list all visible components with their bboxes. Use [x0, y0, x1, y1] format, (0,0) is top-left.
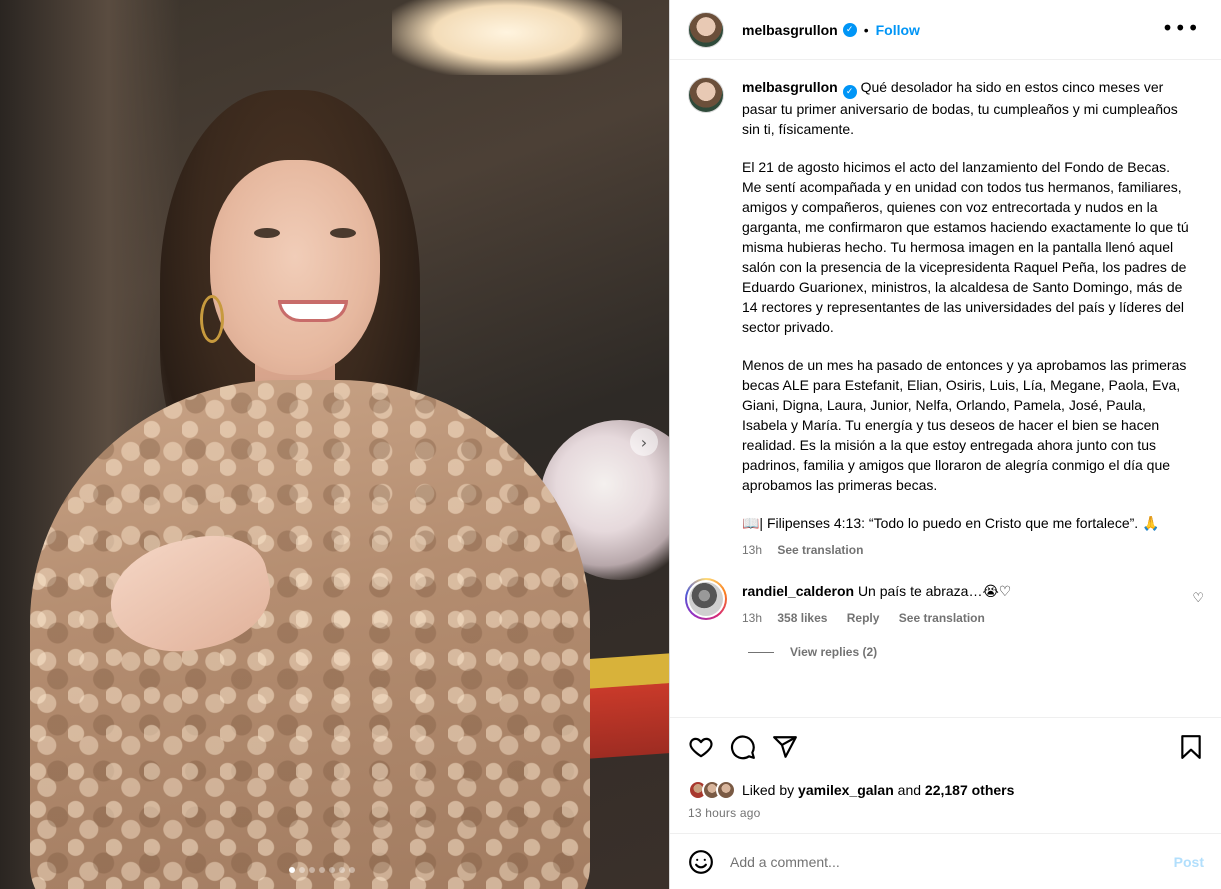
left-eye	[254, 228, 280, 238]
lamp-light	[392, 0, 622, 75]
commenter-avatar[interactable]	[685, 578, 727, 620]
emoji-icon[interactable]	[688, 849, 714, 875]
caption-timestamp[interactable]: 13h	[742, 543, 762, 557]
caption: melbasgrullon ✓ Qué desolador ha sido en …	[688, 77, 1204, 557]
likes-middle: and	[897, 782, 922, 798]
carousel-dot	[309, 867, 315, 873]
liker-avatars[interactable]	[688, 780, 736, 800]
likes-summary: Liked by yamilex_galan and 22,187 others	[688, 780, 1204, 800]
carousel-indicator	[289, 867, 355, 873]
right-eye	[330, 228, 356, 238]
author-username[interactable]: melbasgrullon	[742, 22, 838, 38]
liker-username[interactable]: yamilex_galan	[798, 782, 894, 798]
caption-paragraph: Menos de un mes ha pasado de entonces y …	[742, 357, 1187, 493]
likes-prefix: Liked by	[742, 782, 795, 798]
add-comment-bar: Add a comment... Post	[670, 833, 1221, 889]
carousel-dot-active	[289, 867, 295, 873]
comment: randiel_calderon Un país te abraza…😭♡ 13…	[685, 578, 1204, 625]
post-timestamp[interactable]: 13 hours ago	[688, 806, 1204, 820]
post-side-panel: melbasgrullon ✓ • Follow ••• melbasgrull…	[669, 0, 1221, 889]
comment-likes-count[interactable]: 358 likes	[777, 611, 827, 625]
comment-text-line: randiel_calderon Un país te abraza…😭♡	[742, 581, 1162, 601]
author-avatar[interactable]	[688, 11, 724, 48]
snakeskin-dress	[30, 380, 590, 889]
chevron-right-icon: ›	[640, 432, 648, 452]
post-image[interactable]: ›	[0, 0, 669, 889]
smile	[278, 300, 348, 322]
comment-timestamp[interactable]: 13h	[742, 611, 762, 625]
face	[210, 160, 380, 375]
carousel-dot	[299, 867, 305, 873]
post-comment-button[interactable]: Post	[1174, 854, 1204, 870]
carousel-dot	[329, 867, 335, 873]
caption-see-translation-link[interactable]: See translation	[777, 543, 863, 557]
comment-like-heart-icon[interactable]: ♡	[1192, 591, 1204, 606]
comment-reply-button[interactable]: Reply	[847, 611, 880, 625]
more-options-icon[interactable]: •••	[1162, 16, 1200, 40]
carousel-dot	[339, 867, 345, 873]
post-header: melbasgrullon ✓ • Follow •••	[670, 0, 1221, 60]
view-replies-label: View replies (2)	[790, 645, 878, 659]
comment-icon[interactable]	[730, 734, 756, 760]
commenter-username[interactable]: randiel_calderon	[742, 583, 854, 599]
comment-input[interactable]: Add a comment...	[730, 854, 1174, 870]
hoop-earring	[200, 295, 224, 343]
comments-area[interactable]: melbasgrullon ✓ Qué desolador ha sido en …	[670, 61, 1221, 717]
caption-text: melbasgrullon ✓ Qué desolador ha sido en …	[742, 77, 1190, 533]
view-replies-button[interactable]: View replies (2)	[748, 645, 1204, 659]
carousel-dot	[349, 867, 355, 873]
caption-author-avatar[interactable]	[688, 77, 724, 113]
heart-icon[interactable]	[688, 734, 714, 760]
share-icon[interactable]	[772, 734, 798, 760]
divider-line	[748, 651, 774, 653]
post-actions: Liked by yamilex_galan and 22,187 others…	[670, 717, 1221, 833]
comment-meta: 13h 358 likes Reply See translation	[742, 611, 1162, 625]
verified-badge-icon: ✓	[842, 85, 857, 99]
follow-button[interactable]: Follow	[876, 22, 920, 38]
caption-meta: 13h See translation	[742, 543, 1190, 557]
verified-badge-icon: ✓	[842, 22, 857, 37]
comment-text: Un país te abraza…😭♡	[857, 583, 1012, 599]
caption-username[interactable]: melbasgrullon	[742, 79, 838, 95]
caption-paragraph: 📖| Filipenses 4:13: “Todo lo puedo en Cr…	[742, 515, 1160, 531]
header-separator: •	[863, 21, 869, 38]
comment-see-translation-link[interactable]: See translation	[899, 611, 985, 625]
bookmark-icon[interactable]	[1178, 734, 1204, 760]
action-icon-row	[688, 732, 1204, 762]
carousel-next-button[interactable]: ›	[630, 428, 658, 456]
caption-paragraph: El 21 de agosto hicimos el acto del lanz…	[742, 159, 1189, 335]
likes-others-link[interactable]: 22,187 others	[925, 782, 1015, 798]
carousel-dot	[319, 867, 325, 873]
